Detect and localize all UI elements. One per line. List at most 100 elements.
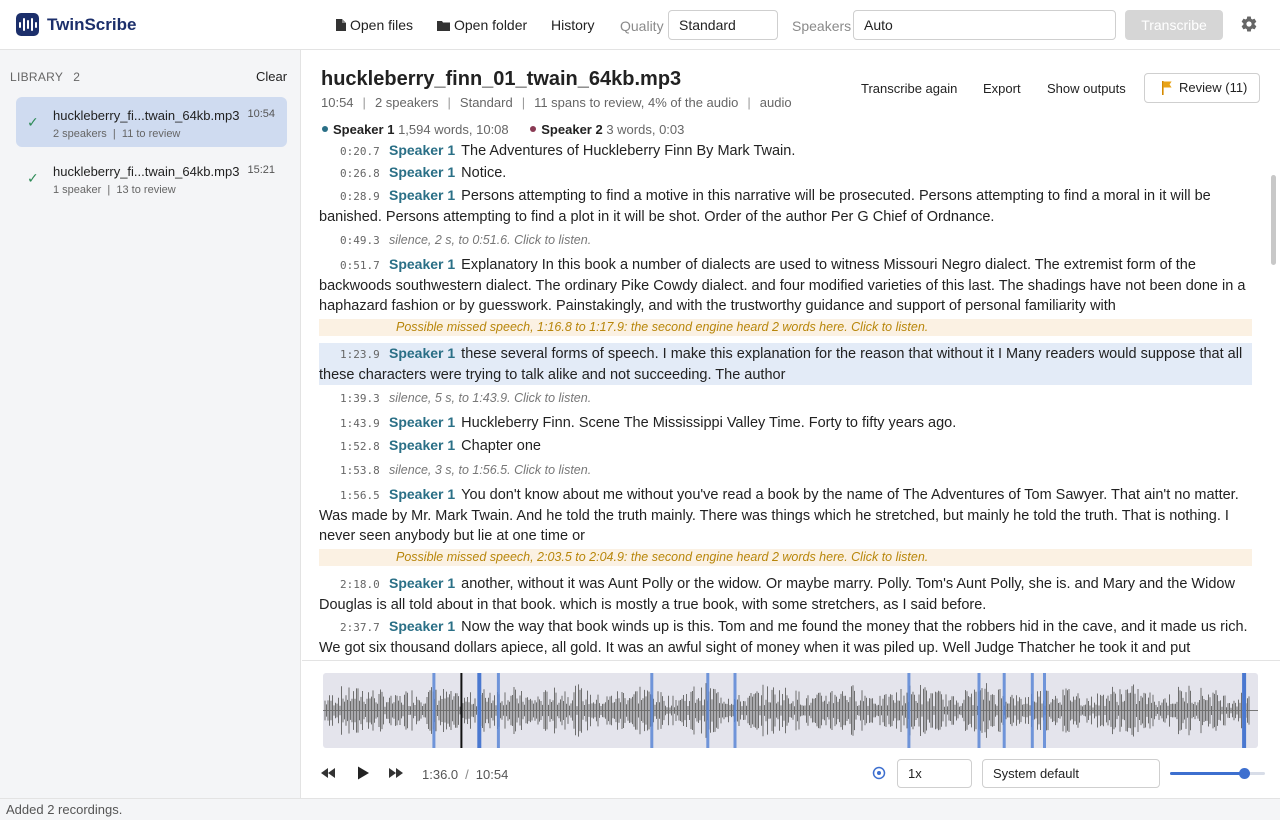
transcript-segment[interactable]: 2:37.7 Speaker 1 Now the way that book win…	[319, 616, 1252, 658]
segment-speaker[interactable]: Speaker 1	[389, 256, 455, 272]
volume-slider-handle[interactable]	[1239, 768, 1251, 779]
segment-text: Now the way that book winds up is this. …	[319, 619, 1248, 656]
speaker-name: Speaker 2	[541, 122, 603, 137]
transcript-segment[interactable]: 0:28.9 Speaker 1 Persons attempting to fin…	[319, 185, 1252, 227]
segment-text: Chapter one	[461, 438, 541, 454]
fast-forward-icon[interactable]	[388, 765, 404, 781]
show-outputs-button[interactable]: Show outputs	[1047, 81, 1126, 96]
segment-speaker[interactable]: Speaker 1	[389, 486, 455, 502]
review-span-marker[interactable]	[496, 673, 500, 748]
speaker-color-dot	[322, 126, 328, 132]
segment-text: Huckleberry Finn. Scene The Mississippi …	[461, 415, 957, 431]
review-span-marker[interactable]	[907, 673, 911, 748]
review-span-marker[interactable]	[432, 673, 436, 748]
review-span-marker[interactable]	[977, 673, 981, 748]
segment-speaker[interactable]: Speaker 1	[389, 345, 455, 361]
segment-timestamp[interactable]: 2:37.7	[319, 618, 389, 638]
rewind-icon[interactable]	[320, 765, 336, 781]
follow-playhead-icon[interactable]	[872, 766, 886, 780]
segment-speaker[interactable]: Speaker 1	[389, 187, 455, 203]
meta-duration: 10:54	[321, 95, 354, 110]
segment-text: Explanatory In this book a number of dia…	[319, 257, 1246, 314]
audio-output-select[interactable]: System default	[982, 759, 1160, 788]
segment-timestamp[interactable]: 1:56.5	[319, 486, 389, 506]
silence-gap[interactable]: 1:53.8 silence, 3 s, to 1:56.5. Click to …	[319, 460, 1252, 481]
segment-timestamp[interactable]: 0:28.9	[319, 187, 389, 207]
segment-speaker[interactable]: Speaker 1	[389, 437, 455, 453]
waveform-svg[interactable]	[323, 671, 1258, 750]
top-bar: TwinScribe Open files Open folder Histor…	[0, 0, 1280, 50]
segment-text: The Adventures of Huckleberry Finn By Ma…	[461, 143, 796, 159]
silence-note[interactable]: silence, 5 s, to 1:43.9. Click to listen…	[389, 391, 591, 405]
open-files-button[interactable]: Open files	[336, 17, 413, 33]
speakers-select[interactable]: Auto	[853, 10, 1116, 40]
library-item[interactable]: ✓ huckleberry_fi...twain_64kb.mp3 15:21 …	[16, 153, 287, 203]
segment-timestamp[interactable]: 1:39.3	[319, 389, 389, 409]
missed-speech-warning[interactable]: Possible missed speech, 2:03.5 to 2:04.9…	[319, 549, 1252, 566]
transcript-segment[interactable]: 1:56.5 Speaker 1 You don't know about me w…	[319, 484, 1252, 546]
segment-timestamp[interactable]: 0:26.8	[319, 164, 389, 184]
library-item-duration: 10:54	[247, 108, 275, 120]
meta-speakers: 2 speakers	[374, 95, 439, 110]
transcribe-again-button[interactable]: Transcribe again	[861, 81, 957, 96]
open-folder-button[interactable]: Open folder	[437, 17, 527, 33]
missed-speech-warning[interactable]: Possible missed speech, 1:16.8 to 1:17.9…	[319, 319, 1252, 336]
export-button[interactable]: Export	[983, 81, 1021, 96]
silence-gap[interactable]: 0:49.3 silence, 2 s, to 0:51.6. Click to …	[319, 230, 1252, 251]
gear-icon[interactable]	[1240, 15, 1258, 33]
check-icon: ✓	[27, 114, 39, 130]
library-sidebar: LIBRARY 2 Clear ✓ huckleberry_fi...twain_…	[0, 50, 301, 798]
speakers-label: Speakers	[792, 18, 852, 34]
review-span-marker[interactable]	[1030, 673, 1034, 748]
current-time: 1:36.0	[422, 767, 459, 782]
playhead[interactable]	[460, 671, 463, 750]
segment-timestamp[interactable]: 0:49.3	[319, 231, 389, 251]
transcript-segment[interactable]: 0:51.7 Speaker 1 Explanatory In this book …	[319, 254, 1252, 316]
review-span-marker[interactable]	[733, 673, 737, 748]
segment-speaker[interactable]: Speaker 1	[389, 575, 455, 591]
transcript-scrollbar[interactable]	[1271, 175, 1276, 265]
transcript-segment[interactable]: 2:18.0 Speaker 1 another, without it was A…	[319, 573, 1252, 615]
segment-timestamp[interactable]: 2:18.0	[319, 575, 389, 595]
review-button[interactable]: Review (11)	[1144, 73, 1260, 103]
silence-note[interactable]: silence, 3 s, to 1:56.5. Click to listen…	[389, 463, 591, 477]
transcribe-button[interactable]: Transcribe	[1125, 10, 1223, 40]
segment-speaker[interactable]: Speaker 1	[389, 414, 455, 430]
history-button[interactable]: History	[551, 17, 595, 33]
library-item[interactable]: ✓ huckleberry_fi...twain_64kb.mp3 10:54 …	[16, 97, 287, 147]
segment-speaker[interactable]: Speaker 1	[389, 164, 455, 180]
segment-timestamp[interactable]: 1:52.8	[319, 437, 389, 457]
segment-timestamp[interactable]: 1:43.9	[319, 414, 389, 434]
transcript-segment[interactable]: 1:52.8 Speaker 1 Chapter one	[319, 435, 1252, 457]
transcript-segment[interactable]: 0:20.7 Speaker 1 The Adventures of Huckleb…	[319, 140, 1252, 162]
transcript-segment[interactable]: 1:43.9 Speaker 1 Huckleberry Finn. Scene T…	[319, 412, 1252, 434]
waveform[interactable]	[323, 671, 1258, 750]
segment-timestamp[interactable]: 0:20.7	[319, 142, 389, 162]
transcript-segment-selected[interactable]: 1:23.9 Speaker 1 these several forms of sp…	[319, 343, 1252, 385]
volume-slider[interactable]	[1170, 768, 1265, 779]
play-icon[interactable]	[355, 765, 371, 781]
library-header: LIBRARY 2	[10, 70, 80, 84]
silence-gap[interactable]: 1:39.3 silence, 5 s, to 1:43.9. Click to …	[319, 388, 1252, 409]
segment-timestamp[interactable]: 1:53.8	[319, 461, 389, 481]
clear-library-button[interactable]: Clear	[256, 69, 287, 84]
review-span-marker[interactable]	[706, 673, 710, 748]
review-span-marker[interactable]	[1043, 673, 1046, 748]
segment-timestamp[interactable]: 1:23.9	[319, 345, 389, 365]
silence-note[interactable]: silence, 2 s, to 0:51.6. Click to listen…	[389, 233, 591, 247]
segment-timestamp[interactable]: 0:51.7	[319, 256, 389, 276]
transcript-panel[interactable]: 0:20.7 Speaker 1 The Adventures of Huckleb…	[302, 140, 1268, 660]
review-span-marker[interactable]	[1002, 673, 1006, 748]
status-bar: Added 2 recordings.	[0, 798, 1280, 820]
segment-speaker[interactable]: Speaker 1	[389, 618, 455, 634]
review-span-marker[interactable]	[650, 673, 654, 748]
total-duration: 10:54	[475, 767, 509, 782]
speaker-color-dot	[530, 126, 537, 132]
transcript-segment[interactable]: 0:26.8 Speaker 1 Notice.	[319, 162, 1252, 184]
segment-marker[interactable]	[477, 673, 482, 748]
app-logo-icon	[16, 13, 39, 36]
segment-marker[interactable]	[1242, 673, 1247, 748]
playback-rate-input[interactable]: 1x	[897, 759, 972, 788]
segment-speaker[interactable]: Speaker 1	[389, 142, 455, 158]
quality-select[interactable]: Standard	[668, 10, 778, 40]
